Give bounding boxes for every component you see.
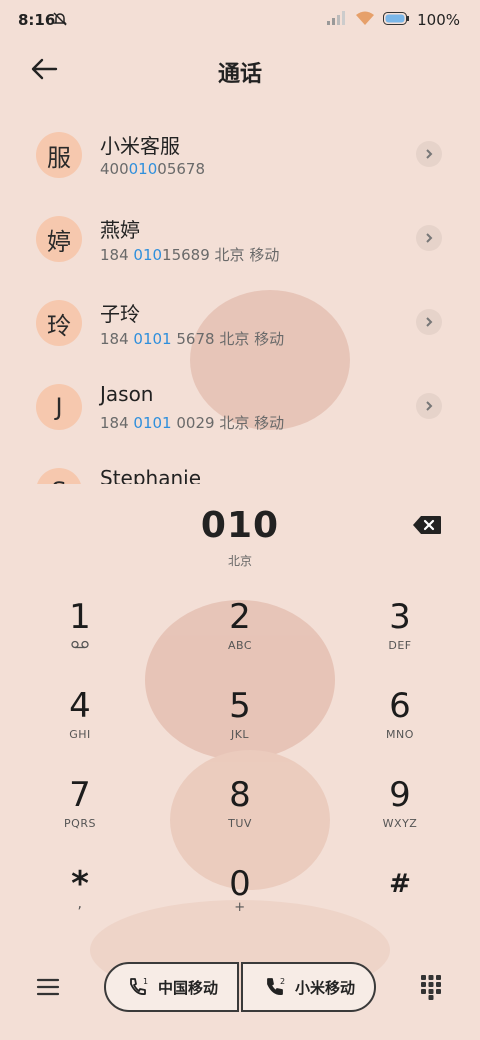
- carrier-location: 北京 移动: [214, 246, 280, 264]
- dialer-panel: 010 北京 1 2 ABC 3 DEF 4 GHI 5 JKL 6 MNO 7 PQRS …: [0, 485, 480, 1040]
- menu-button[interactable]: [36, 976, 60, 998]
- backspace-icon: [413, 516, 441, 534]
- contact-number: 184 0101 5678 北京 移动: [100, 330, 285, 348]
- list-item[interactable]: S Stephanie: [0, 448, 480, 484]
- signal-icon: [327, 11, 347, 29]
- avatar: S: [36, 468, 82, 484]
- svg-text:2: 2: [280, 977, 285, 986]
- list-item[interactable]: J Jason 184 0101 0029 北京 移动: [0, 364, 480, 448]
- chevron-right-icon: [426, 233, 433, 243]
- contact-name: 子玲: [100, 302, 140, 326]
- matched-digits: 010: [128, 160, 158, 178]
- dialed-number: 010: [200, 505, 280, 546]
- details-button[interactable]: [416, 225, 442, 251]
- number-location: 北京: [227, 554, 252, 568]
- key-2[interactable]: 2 ABC: [180, 597, 300, 673]
- voicemail-icon: [20, 639, 140, 652]
- menu-icon: [36, 978, 60, 996]
- list-item[interactable]: 服 小米客服 40001005678: [0, 112, 480, 196]
- dialpad-icon: [421, 975, 441, 1000]
- contact-name: 小米客服: [100, 134, 180, 158]
- contact-number: 184 01015689 北京 移动: [100, 246, 280, 264]
- avatar: 玲: [36, 300, 82, 346]
- phone-sim1-icon: 1: [130, 977, 148, 995]
- matched-digits: 0101: [133, 414, 172, 432]
- key-4[interactable]: 4 GHI: [20, 686, 140, 762]
- avatar: 婷: [36, 216, 82, 262]
- svg-text:1: 1: [143, 977, 148, 986]
- sim1-label: 中国移动: [158, 978, 219, 997]
- details-button[interactable]: [416, 309, 442, 335]
- chevron-right-icon: [426, 317, 433, 327]
- battery-percent: 100%: [417, 11, 460, 29]
- key-7[interactable]: 7 PQRS: [20, 775, 140, 851]
- key-3[interactable]: 3 DEF: [340, 597, 460, 673]
- battery-icon: [383, 11, 410, 29]
- key-hash[interactable]: #: [340, 864, 460, 940]
- key-star[interactable]: *,: [20, 864, 140, 940]
- avatar: 服: [36, 132, 82, 178]
- phone-sim2-icon: 2: [267, 977, 285, 995]
- call-sim2-button[interactable]: 2 小米移动: [241, 962, 376, 1012]
- contact-number: 184 0101 0029 北京 移动: [100, 414, 285, 432]
- contact-results-list[interactable]: 服 小米客服 40001005678 婷 燕婷 184 01015689 北京 …: [0, 112, 480, 484]
- contact-name: 燕婷: [100, 218, 140, 242]
- details-button[interactable]: [416, 393, 442, 419]
- key-9[interactable]: 9 WXYZ: [340, 775, 460, 851]
- contact-number: 40001005678: [100, 160, 205, 178]
- contact-name: Stephanie: [100, 466, 202, 484]
- carrier-location: 北京 移动: [219, 414, 285, 432]
- key-0[interactable]: 0 +: [180, 864, 300, 940]
- wifi-icon: [355, 11, 375, 29]
- key-8[interactable]: 8 TUV: [180, 775, 300, 851]
- page-title: 通话: [217, 62, 262, 87]
- status-bar: 8:16 100%: [0, 0, 480, 40]
- status-time: 8:16: [18, 11, 56, 29]
- call-sim1-button[interactable]: 1 中国移动: [104, 962, 239, 1012]
- bottom-bar: 1 中国移动 2 小米移动: [0, 958, 480, 1020]
- carrier-location: 北京 移动: [219, 330, 285, 348]
- key-1[interactable]: 1: [20, 597, 140, 673]
- sim2-label: 小米移动: [295, 978, 356, 997]
- matched-digits: 0101: [133, 330, 172, 348]
- key-5[interactable]: 5 JKL: [180, 686, 300, 762]
- avatar: J: [36, 384, 82, 430]
- chevron-right-icon: [426, 401, 433, 411]
- dialpad-toggle-button[interactable]: [420, 974, 442, 1000]
- key-6[interactable]: 6 MNO: [340, 686, 460, 762]
- list-item[interactable]: 玲 子玲 184 0101 5678 北京 移动: [0, 280, 480, 364]
- chevron-right-icon: [426, 149, 433, 159]
- contact-name: Jason: [100, 382, 154, 406]
- details-button[interactable]: [416, 141, 442, 167]
- backspace-button[interactable]: [412, 515, 442, 535]
- header: 通话: [0, 44, 480, 96]
- matched-digits: 010: [133, 246, 163, 264]
- bell-off-icon: [52, 11, 68, 31]
- list-item[interactable]: 婷 燕婷 184 01015689 北京 移动: [0, 196, 480, 280]
